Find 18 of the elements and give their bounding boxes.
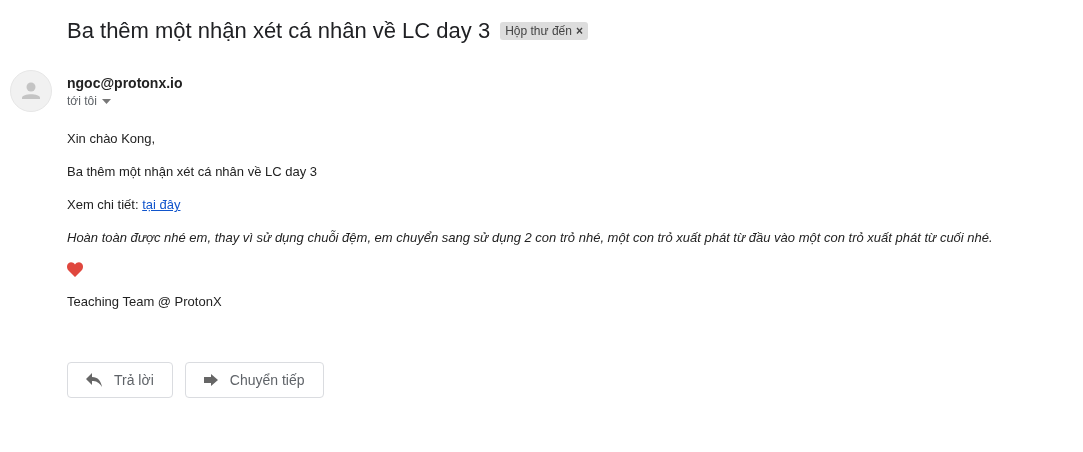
details-link[interactable]: tại đây (142, 197, 181, 212)
body-text: Ba thêm một nhận xét cá nhân về LC day 3 (67, 163, 319, 180)
heart-icon (67, 262, 83, 277)
details-text: Xem chi tiết: tại đây (67, 196, 182, 213)
forward-button[interactable]: Chuyển tiếp (184, 362, 324, 398)
forward-arrow-icon (203, 374, 218, 386)
remove-label-button[interactable]: × (575, 24, 583, 38)
caret-icon (101, 98, 111, 104)
avatar-icon (10, 70, 52, 112)
body-text: Xin chào Kong, (67, 130, 157, 147)
body-text: Teaching Team @ ProtonX (67, 293, 223, 310)
sender-email: ngoc@protonx.io (67, 75, 183, 91)
recipient-dropdown[interactable]: tới tôi (67, 94, 183, 108)
email-subject: Ba thêm một nhận xét cá nhân về LC day 3 (67, 18, 491, 44)
reply-arrow-icon (86, 373, 102, 387)
label-text: Hộp thư đến (505, 24, 572, 38)
reply-button[interactable]: Trả lời (67, 362, 173, 398)
comment-text: Hoàn toàn được nhé em, thay vì sử dụng chuỗi đệm, em chuyển sang sử dụng 2 con trỏ nhé, một con trỏ xuất phát từ đầu vào một con trỏ xuất phát từ cuối nhé. (67, 229, 994, 246)
